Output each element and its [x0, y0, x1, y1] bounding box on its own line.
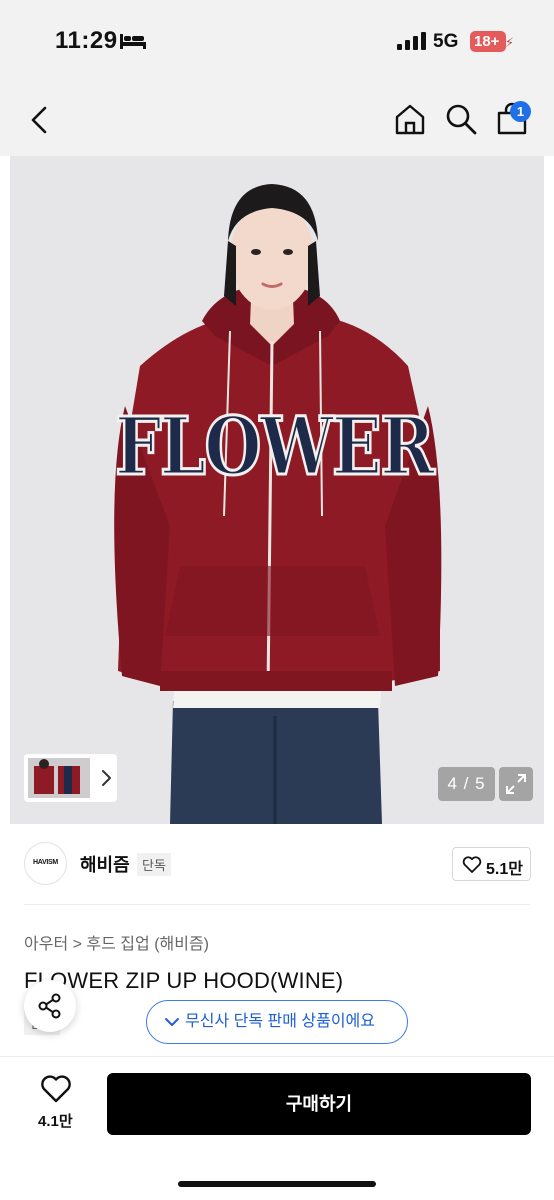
chevron-right-icon [102, 770, 111, 786]
top-navigation [0, 80, 554, 156]
search-icon[interactable] [444, 102, 478, 136]
image-counter: 4 / 5 [438, 767, 495, 801]
breadcrumb-separator: > [72, 936, 82, 953]
battery-level-label: 18+ [474, 33, 500, 50]
back-arrow-icon[interactable] [26, 105, 52, 135]
garment-print-text: FLOWER [115, 400, 436, 494]
status-bar: 11:29 5G 18+ ⚡ [0, 0, 554, 80]
home-icon[interactable] [393, 102, 427, 136]
battery-indicator: 18+ ⚡ [470, 31, 514, 52]
signal-icon [397, 32, 426, 50]
share-button[interactable] [24, 980, 76, 1032]
wishlist-count: 4.1만 [38, 1113, 73, 1130]
exclusive-tag: 단독 [137, 853, 171, 876]
check-icon [165, 1018, 179, 1026]
home-indicator [178, 1181, 376, 1187]
status-time: 11:29 [55, 27, 118, 54]
buy-button[interactable]: 구매하기 [107, 1073, 531, 1135]
exclusive-notice-chip[interactable]: 무신사 단독 판매 상품이에요 [146, 1000, 408, 1044]
product-image-gallery[interactable]: FLOWER 4 / 5 [10, 156, 544, 824]
thumbnail-image[interactable] [28, 758, 90, 798]
breadcrumb-category[interactable]: 아우터 [24, 936, 68, 953]
product-title: FLOWER ZIP UP HOOD(WINE) [24, 968, 344, 993]
brand-logo-text: HAVISM [33, 859, 58, 866]
brand-name[interactable]: 해비즘 [80, 851, 130, 877]
thumbnail-strip[interactable] [24, 754, 117, 802]
brand-like-count: 5.1만 [486, 861, 523, 878]
product-photo: FLOWER [10, 156, 544, 824]
share-icon [38, 993, 61, 1019]
brand-like-button[interactable]: 5.1만 [452, 847, 531, 881]
breadcrumb-subcategory[interactable]: 후드 집업 (해비즘) [86, 936, 209, 953]
heart-icon [462, 856, 482, 873]
wishlist-heart-icon[interactable] [40, 1074, 72, 1104]
expand-image-button[interactable] [499, 767, 533, 801]
breadcrumb: 아우터 > 후드 집업 (해비즘) [24, 930, 209, 954]
divider [24, 904, 530, 905]
brand-logo[interactable]: HAVISM [24, 842, 67, 885]
exclusive-notice-text: 무신사 단독 판매 상품이에요 [185, 1013, 375, 1030]
expand-icon [506, 774, 526, 794]
cart-count-badge: 1 [510, 101, 531, 122]
charging-icon: ⚡ [504, 35, 514, 50]
sleep-mode-icon [120, 34, 146, 49]
network-label: 5G [433, 31, 459, 52]
